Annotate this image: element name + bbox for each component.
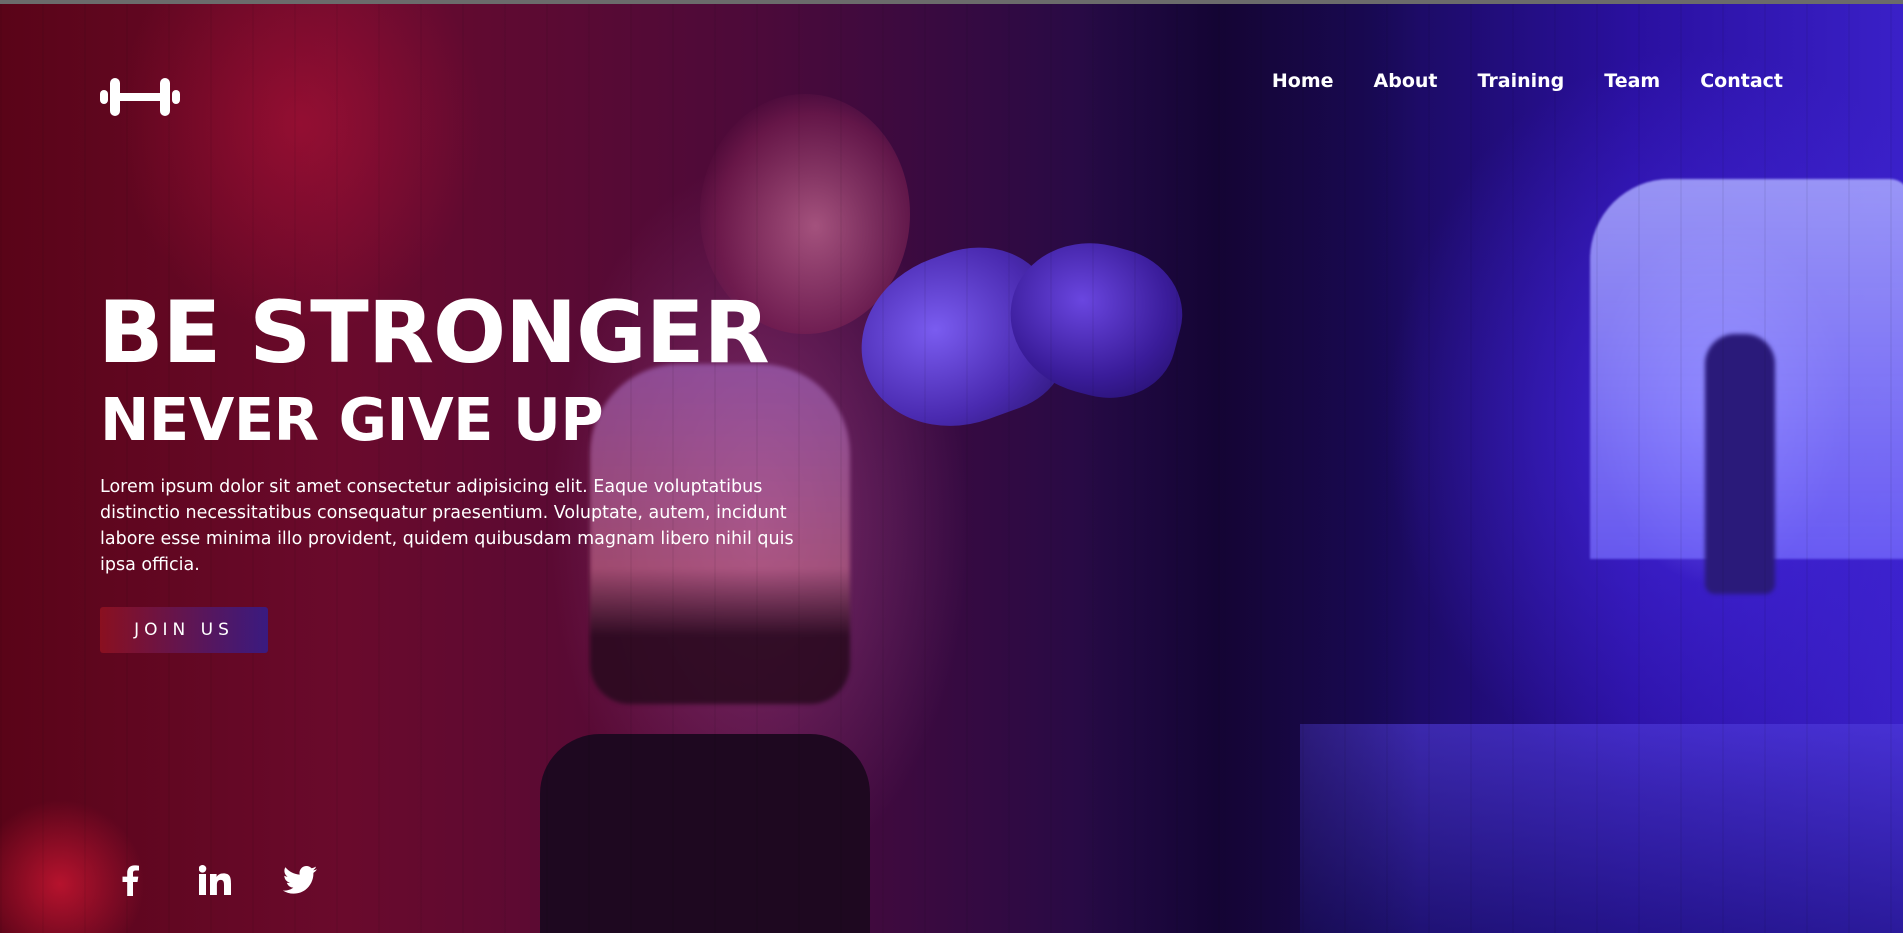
hero-headline: BE STRONGER [98,283,770,383]
linkedin-icon [199,865,231,895]
hero-subheadline: NEVER GIVE UP [100,385,604,454]
background-texture [0,4,1903,933]
nav-contact[interactable]: Contact [1700,70,1783,92]
hero-section: Home About Training Team Contact BE STRO… [0,0,1903,933]
main-nav: Home About Training Team Contact [1272,70,1783,92]
social-facebook-link[interactable] [116,860,144,900]
dumbbell-icon [100,78,180,116]
social-linkedin-link[interactable] [198,860,232,900]
twitter-icon [283,866,317,894]
nav-training[interactable]: Training [1478,70,1565,92]
nav-about[interactable]: About [1374,70,1438,92]
nav-home[interactable]: Home [1272,70,1334,92]
social-twitter-link[interactable] [282,860,318,900]
site-logo[interactable] [100,74,180,120]
facebook-icon [122,865,139,896]
hero-description: Lorem ipsum dolor sit amet consectetur a… [100,477,794,575]
join-us-button[interactable]: JOIN US [100,607,268,653]
nav-team[interactable]: Team [1604,70,1660,92]
